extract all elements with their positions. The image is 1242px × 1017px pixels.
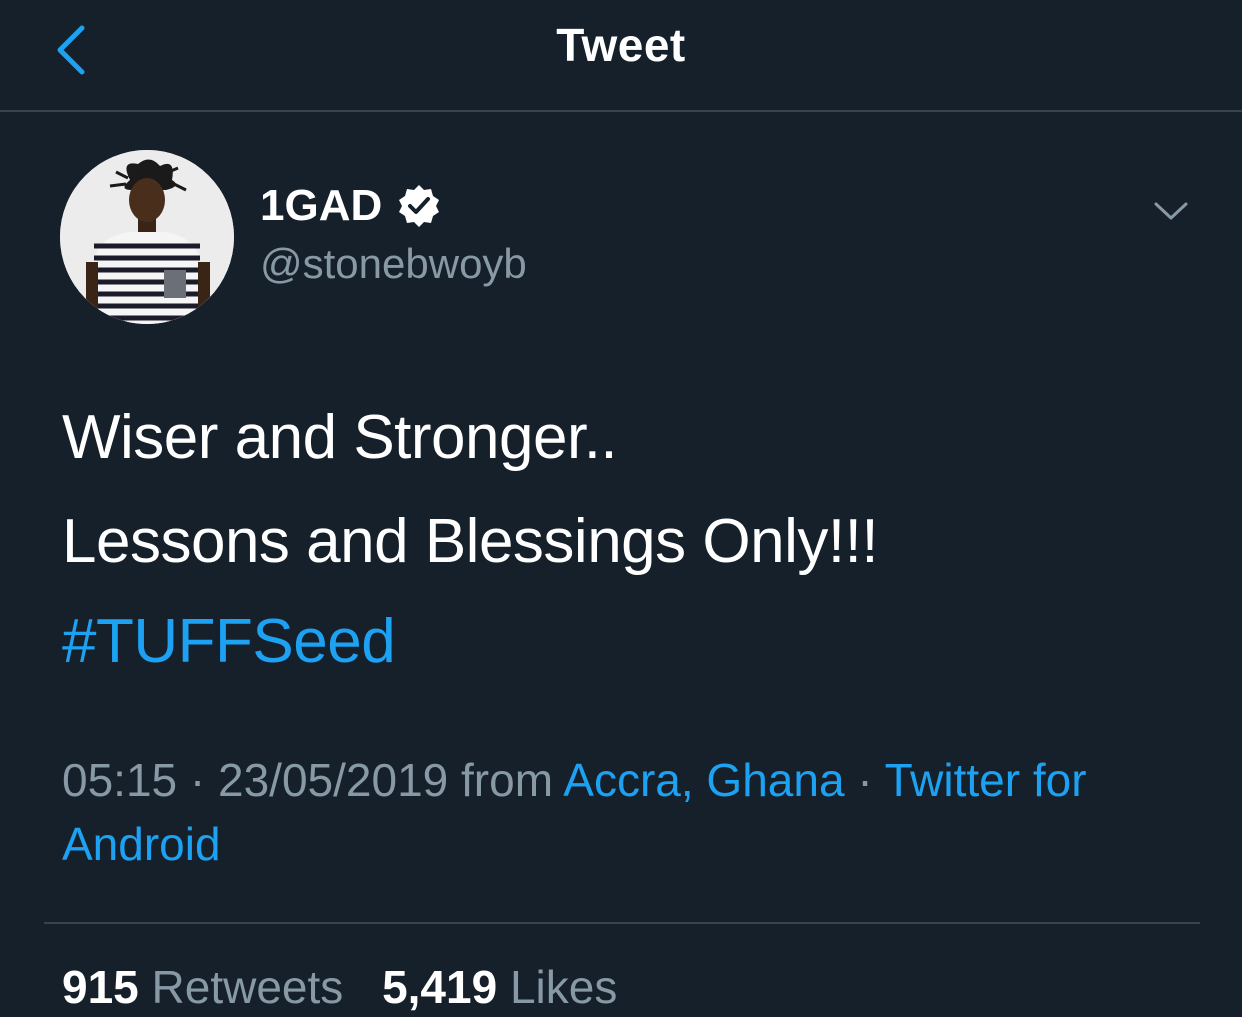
meta-separator: · [189, 754, 206, 806]
verified-badge-icon [396, 183, 442, 229]
retweets-stat[interactable]: 915 Retweets [62, 961, 356, 1013]
avatar[interactable] [60, 150, 234, 324]
tweet-text-line-2: Lessons and Blessings Only!!! [62, 507, 879, 576]
retweets-label: Retweets [151, 961, 344, 1013]
chevron-down-icon [1154, 202, 1188, 220]
divider [44, 922, 1200, 924]
author-handle[interactable]: @stonebwoyb [260, 240, 527, 288]
profile-photo [60, 150, 234, 324]
tweet-stats: 915 Retweets 5,419 Likes [62, 960, 617, 1014]
display-name[interactable]: 1GAD [260, 181, 382, 231]
retweets-count: 915 [62, 961, 139, 1013]
tweet-menu-button[interactable] [1150, 190, 1192, 232]
page-title: Tweet [556, 19, 686, 71]
tweet-time: 05:15 [62, 754, 178, 806]
likes-count: 5,419 [382, 961, 498, 1013]
hashtag-link[interactable]: #TUFFSeed [62, 606, 396, 677]
tweet-text-line-1: Wiser and Stronger.. [62, 403, 618, 472]
meta-separator: · [857, 754, 873, 806]
from-label: from [461, 754, 554, 806]
top-bar: Tweet [0, 0, 1242, 112]
likes-stat[interactable]: 5,419 Likes [382, 961, 617, 1013]
author-name-row: 1GAD [260, 178, 442, 234]
tweet-date: 23/05/2019 [218, 754, 449, 806]
likes-label: Likes [509, 961, 618, 1013]
tweet-meta: 05:15 · 23/05/2019 from Accra, Ghana · T… [62, 748, 1172, 876]
location-link[interactable]: Accra, Ghana [563, 754, 844, 806]
